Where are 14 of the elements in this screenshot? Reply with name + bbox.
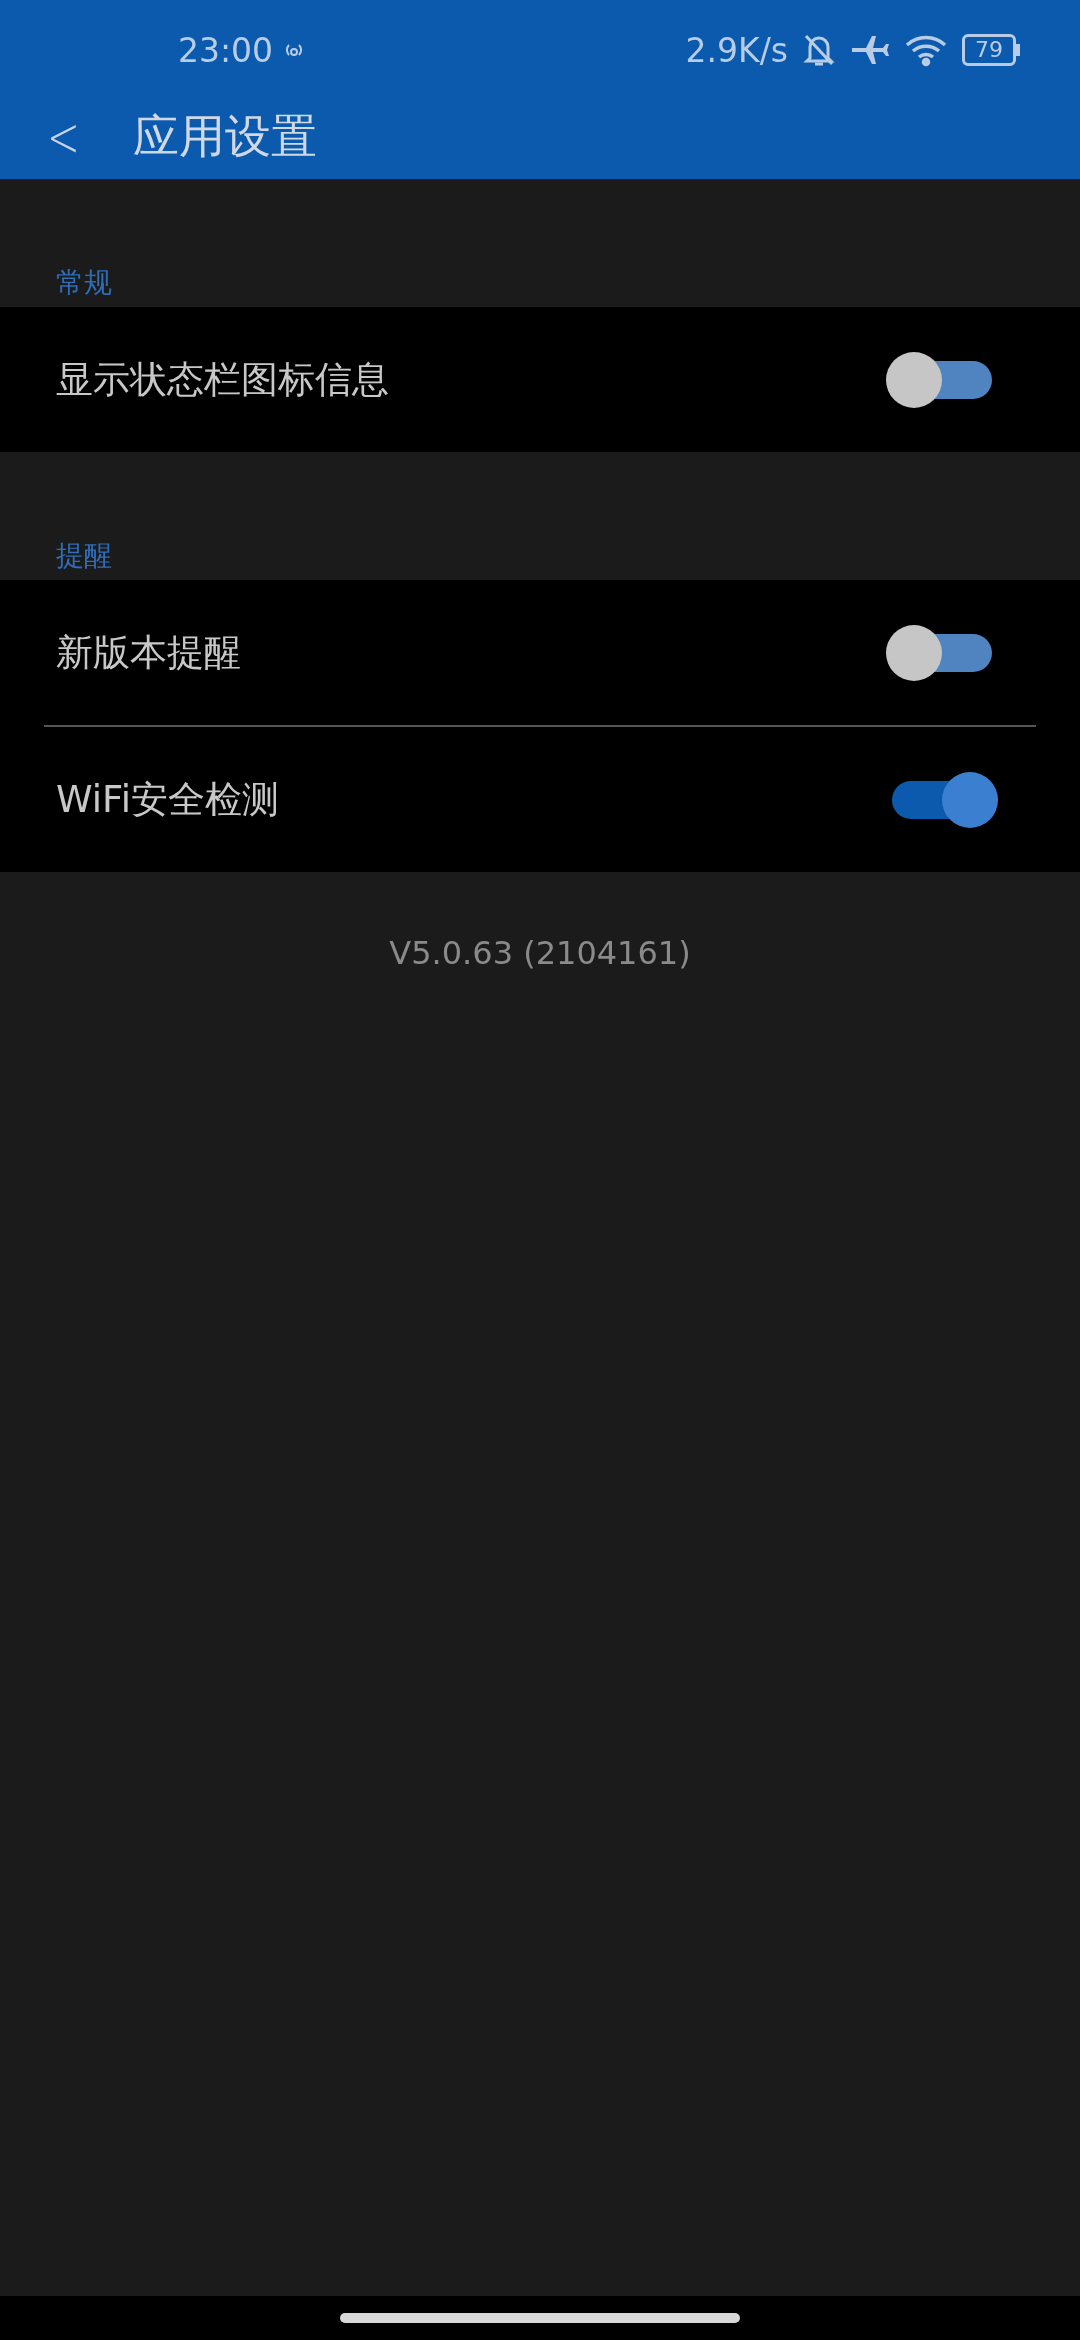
- airplane-icon: [850, 35, 890, 65]
- section-header: 常规: [55, 265, 113, 301]
- back-button[interactable]: <: [40, 104, 87, 169]
- wifi-icon: [904, 33, 948, 67]
- setting-label: WiFi安全检测: [56, 776, 279, 823]
- bell-off-icon: [802, 32, 836, 68]
- clock: 23:00: [178, 30, 274, 70]
- network-speed: 2.9K/s: [685, 30, 788, 70]
- version-text: V5.0.63 (2104161): [388, 934, 692, 972]
- setting-label: 显示状态栏图标信息: [56, 356, 389, 403]
- section-header: 提醒: [55, 538, 113, 574]
- setting-label: 新版本提醒: [56, 629, 241, 676]
- page-title: 应用设置: [132, 107, 317, 165]
- battery-level: 79: [962, 34, 1016, 66]
